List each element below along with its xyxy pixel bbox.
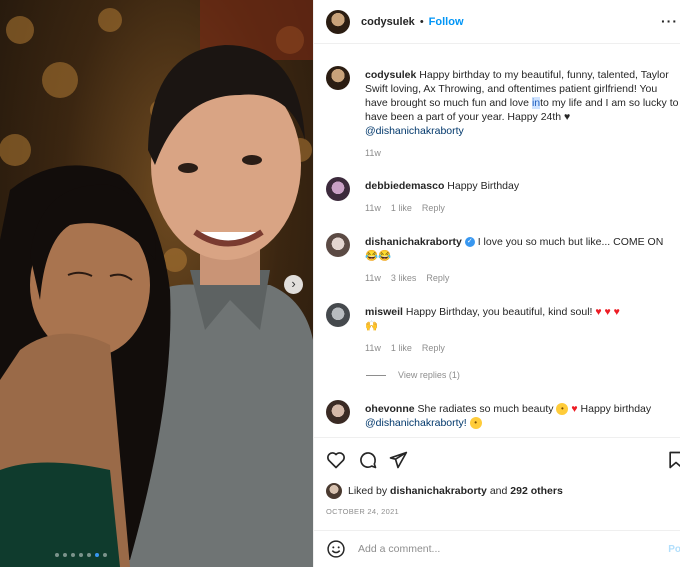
likes-conj: and — [489, 485, 508, 497]
emoji-icon: • — [469, 417, 482, 430]
comment-body: ohevonne She radiates so much beauty • ♥… — [365, 402, 680, 430]
comment-username[interactable]: misweil — [365, 306, 403, 318]
share-icon[interactable] — [388, 450, 408, 470]
comment-text: She radiates so much beauty — [417, 403, 554, 415]
comment-text: Happy Birthday, you beautiful, kind soul… — [405, 306, 593, 318]
post-date[interactable]: OCTOBER 24, 2021 — [326, 507, 399, 516]
carousel-dot — [63, 553, 67, 557]
comment-meta: 11w 1 like Reply — [365, 343, 445, 353]
timestamp[interactable]: 11w — [365, 273, 381, 283]
comment-username[interactable]: dishanichakraborty — [365, 236, 462, 248]
heart-icon[interactable] — [326, 450, 346, 470]
avatar[interactable] — [326, 177, 350, 201]
carousel-next-button[interactable]: › — [284, 275, 303, 294]
carousel-dot — [95, 553, 99, 557]
caption-mention[interactable]: @dishanichakraborty — [365, 125, 464, 137]
follow-button[interactable]: Follow — [429, 16, 464, 28]
comment-text: I love you so much but like... COME ON — [477, 236, 664, 248]
timestamp[interactable]: 11w — [365, 203, 381, 213]
carousel-indicator — [55, 553, 107, 557]
comment-body: dishanichakraborty ✓ I love you so much … — [365, 235, 680, 263]
bookmark-icon[interactable] — [666, 450, 680, 470]
comment-icon[interactable] — [358, 450, 378, 470]
comments-list: codysulek Happy birthday to my beautiful… — [314, 44, 680, 437]
avatar[interactable] — [326, 9, 350, 34]
like-count[interactable]: 1 like — [391, 343, 412, 353]
like-count[interactable]: 1 like — [391, 203, 412, 213]
comment-meta: 11w 3 likes Reply — [365, 273, 449, 283]
comment-meta: 11w 1 like Reply — [365, 203, 445, 213]
carousel-dot — [87, 553, 91, 557]
comment-text: Happy Birthday — [447, 180, 520, 192]
avatar[interactable] — [326, 400, 350, 424]
heart-emoji-icon: ♥ — [571, 403, 578, 415]
carousel-dot — [79, 553, 83, 557]
comment-input[interactable] — [358, 543, 648, 555]
post-photo[interactable]: › — [0, 0, 313, 567]
likes-others[interactable]: 292 others — [510, 485, 563, 497]
more-options-icon[interactable]: ··· — [661, 13, 678, 29]
caption-username[interactable]: codysulek — [365, 69, 416, 81]
avatar[interactable] — [326, 303, 350, 327]
emoji-icon[interactable] — [326, 539, 346, 559]
carousel-dot — [55, 553, 59, 557]
add-comment-bar: Po — [314, 530, 680, 567]
post-header: codysulek • Follow ··· — [314, 0, 680, 44]
reply-button[interactable]: Reply — [422, 343, 445, 353]
emoji-line: 😂😂 — [365, 250, 392, 262]
reply-button[interactable]: Reply — [422, 203, 445, 213]
carousel-dot — [103, 553, 107, 557]
caption-meta: 11w — [365, 148, 381, 158]
comment-mention[interactable]: @dishanichakraborty! — [365, 417, 467, 429]
separator: • — [419, 15, 424, 28]
carousel-dot — [71, 553, 75, 557]
avatar[interactable] — [326, 483, 342, 499]
comment-body: misweil Happy Birthday, you beautiful, k… — [365, 305, 680, 333]
verified-badge-icon: ✓ — [464, 237, 475, 248]
likes-user[interactable]: dishanichakraborty — [390, 485, 487, 497]
heart-emoji-icon: ♥ ♥ ♥ — [595, 306, 620, 318]
view-replies-label: View replies (1) — [398, 370, 460, 380]
emoji-line: 🙌 — [365, 320, 379, 332]
post-sidebar: codysulek • Follow ··· codysulek Happy b… — [313, 0, 680, 567]
comment-username[interactable]: debbiedemasco — [365, 180, 444, 192]
timestamp[interactable]: 11w — [365, 343, 381, 353]
comment-body: debbiedemasco Happy Birthday — [365, 179, 680, 193]
comment-username[interactable]: ohevonne — [365, 403, 415, 415]
owner-username[interactable]: codysulek — [361, 16, 415, 28]
likes-summary: Liked by dishanichakraborty and 292 othe… — [326, 483, 563, 499]
avatar[interactable] — [326, 233, 350, 257]
avatar[interactable] — [326, 66, 350, 90]
view-replies-button[interactable]: View replies (1) — [366, 370, 460, 380]
action-bar — [314, 437, 680, 479]
like-count[interactable]: 3 likes — [391, 273, 417, 283]
divider — [366, 374, 386, 376]
post-comment-button[interactable]: Po — [668, 544, 680, 555]
chevron-right-icon: › — [291, 276, 296, 291]
couple-photo-illustration — [0, 0, 313, 567]
emoji-icon: • — [556, 403, 569, 416]
timestamp[interactable]: 11w — [365, 148, 381, 158]
caption-highlight: in — [531, 97, 541, 109]
likes-prefix: Liked by — [348, 485, 388, 497]
caption-body: codysulek Happy birthday to my beautiful… — [365, 68, 680, 138]
comment-text-2: Happy birthday — [580, 403, 652, 415]
reply-button[interactable]: Reply — [426, 273, 449, 283]
